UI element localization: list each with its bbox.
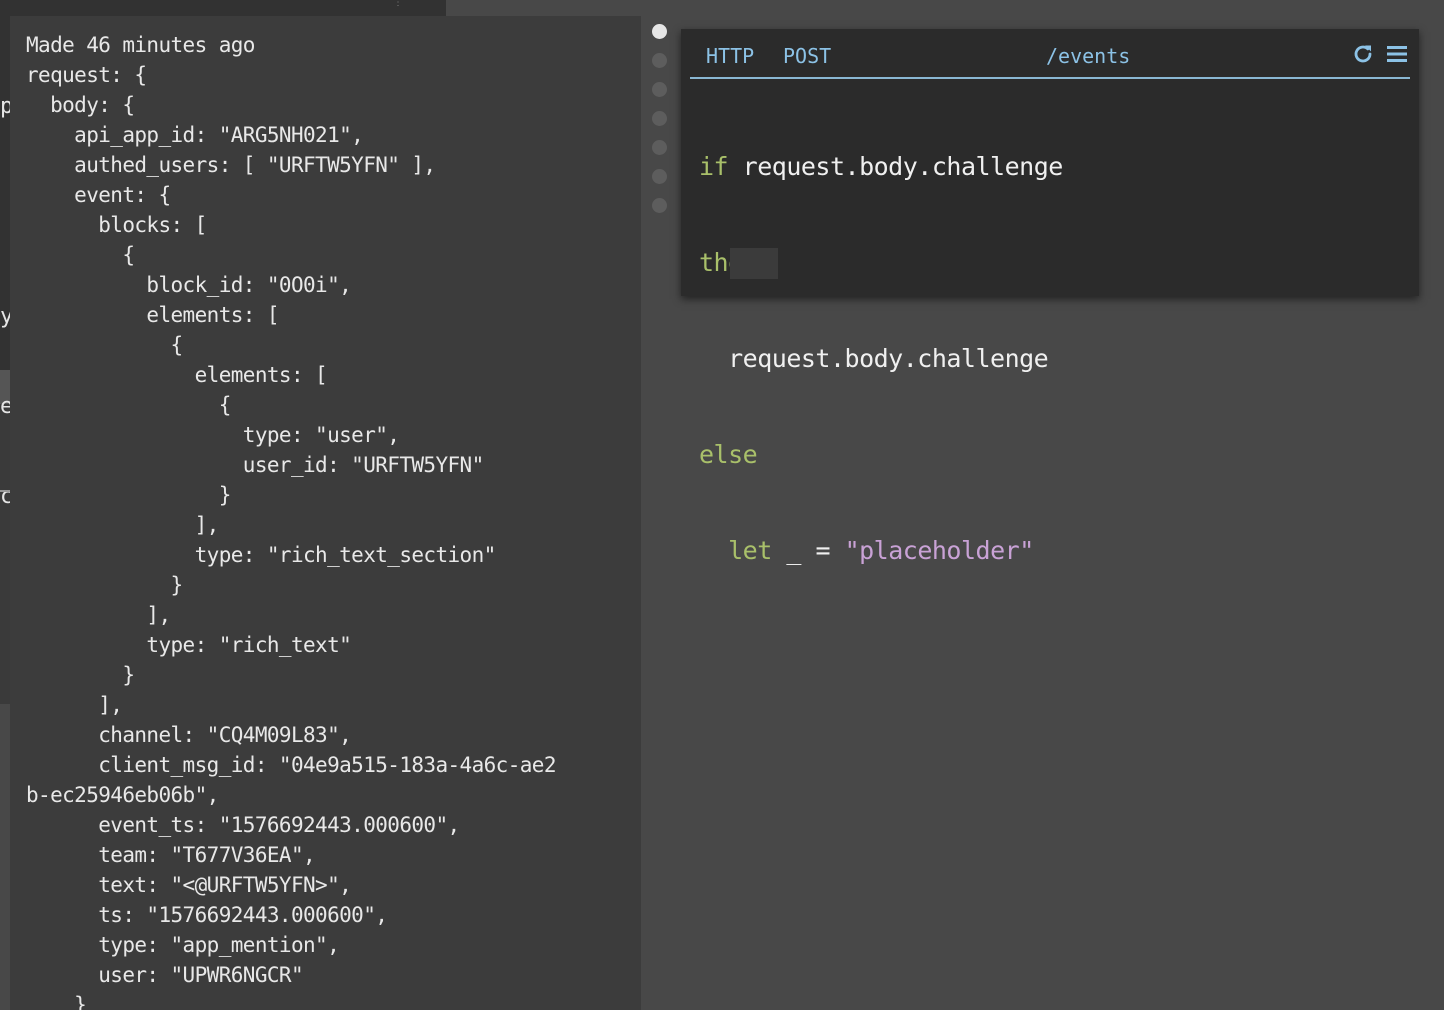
request-viewer[interactable]: Made 46 minutes ago request: { body: { ap… bbox=[10, 16, 641, 1010]
request-line: channel: "CQ4M09L83", bbox=[26, 723, 352, 747]
request-timestamp: Made 46 minutes ago bbox=[26, 33, 255, 57]
handler-type[interactable]: HTTP bbox=[706, 44, 754, 68]
http-handler-card[interactable]: HTTP POST /events if request.body.challe… bbox=[681, 29, 1419, 565]
request-line: ], bbox=[26, 693, 123, 717]
request-history bbox=[652, 24, 668, 213]
handler-actions bbox=[1350, 41, 1410, 67]
history-dot[interactable] bbox=[652, 82, 667, 97]
request-line: user: "UPWR6NGCR" bbox=[26, 963, 303, 987]
hamburger-menu-icon[interactable] bbox=[1384, 41, 1410, 67]
request-line: type: "app_mention", bbox=[26, 933, 340, 957]
condition-expression: request.body.challenge bbox=[742, 152, 1064, 181]
request-line: blocks: [ bbox=[26, 213, 207, 237]
request-line: } bbox=[26, 573, 184, 597]
request-line: text: "<@URFTW5YFN>", bbox=[26, 873, 352, 897]
blank-expression-placeholder[interactable] bbox=[730, 248, 778, 279]
else-keyword: else bbox=[699, 440, 758, 469]
history-dot[interactable] bbox=[652, 198, 667, 213]
if-keyword: if bbox=[699, 152, 729, 181]
handler-header: HTTP POST /events bbox=[690, 37, 1410, 79]
request-line: } bbox=[26, 993, 87, 1010]
request-text: Made 46 minutes ago request: { body: { ap… bbox=[10, 16, 641, 1010]
let-keyword: let bbox=[728, 536, 772, 565]
request-line: body: { bbox=[26, 93, 135, 117]
drag-handle-icon[interactable]: ⋮ bbox=[393, 0, 403, 16]
background-divider bbox=[0, 490, 10, 492]
history-dot[interactable] bbox=[652, 140, 667, 155]
request-line: elements: [ bbox=[26, 303, 279, 327]
history-dot[interactable] bbox=[652, 111, 667, 126]
request-line: b-ec25946eb06b", bbox=[26, 783, 219, 807]
request-line: } bbox=[26, 483, 232, 507]
let-equals: = bbox=[815, 536, 831, 565]
request-line: block_id: "0O0i", bbox=[26, 273, 352, 297]
request-line: event_ts: "1576692443.000600", bbox=[26, 813, 460, 837]
request-line: event: { bbox=[26, 183, 171, 207]
request-line: { bbox=[26, 333, 184, 357]
editor-canvas: ⋮ p y e c Made 46 minutes ago request: { … bbox=[0, 0, 1444, 1010]
let-binding-name: _ bbox=[786, 536, 801, 565]
handler-code[interactable]: if request.body.challenge then request.b… bbox=[699, 87, 1063, 631]
history-dot[interactable] bbox=[652, 169, 667, 184]
history-dot[interactable] bbox=[652, 53, 667, 68]
request-line: type: "rich_text" bbox=[26, 633, 352, 657]
request-line: authed_users: [ "URFTW5YFN" ], bbox=[26, 153, 436, 177]
request-line: { bbox=[26, 393, 232, 417]
request-line: request: { bbox=[26, 63, 147, 87]
request-line: ts: "1576692443.000600", bbox=[26, 903, 388, 927]
request-line: type: "rich_text_section" bbox=[26, 543, 497, 567]
request-line: ], bbox=[26, 513, 220, 537]
request-line: type: "user", bbox=[26, 423, 400, 447]
history-dot[interactable] bbox=[652, 24, 667, 39]
request-line: api_app_id: "ARG5NH021", bbox=[26, 123, 364, 147]
string-literal: "placeholder" bbox=[844, 536, 1035, 565]
request-line: { bbox=[26, 243, 135, 267]
handler-route[interactable]: /events bbox=[1046, 44, 1130, 68]
handler-method[interactable]: POST bbox=[783, 44, 831, 68]
request-line: user_id: "URFTW5YFN" bbox=[26, 453, 484, 477]
refresh-icon[interactable] bbox=[1350, 41, 1376, 67]
request-line: ], bbox=[26, 603, 171, 627]
request-line: elements: [ bbox=[26, 363, 328, 387]
request-line: client_msg_id: "04e9a515-183a-4a6c-ae2 bbox=[26, 753, 556, 777]
then-expression: request.body.challenge bbox=[728, 344, 1049, 373]
request-line: team: "T677V36EA", bbox=[26, 843, 316, 867]
request-line: } bbox=[26, 663, 135, 687]
